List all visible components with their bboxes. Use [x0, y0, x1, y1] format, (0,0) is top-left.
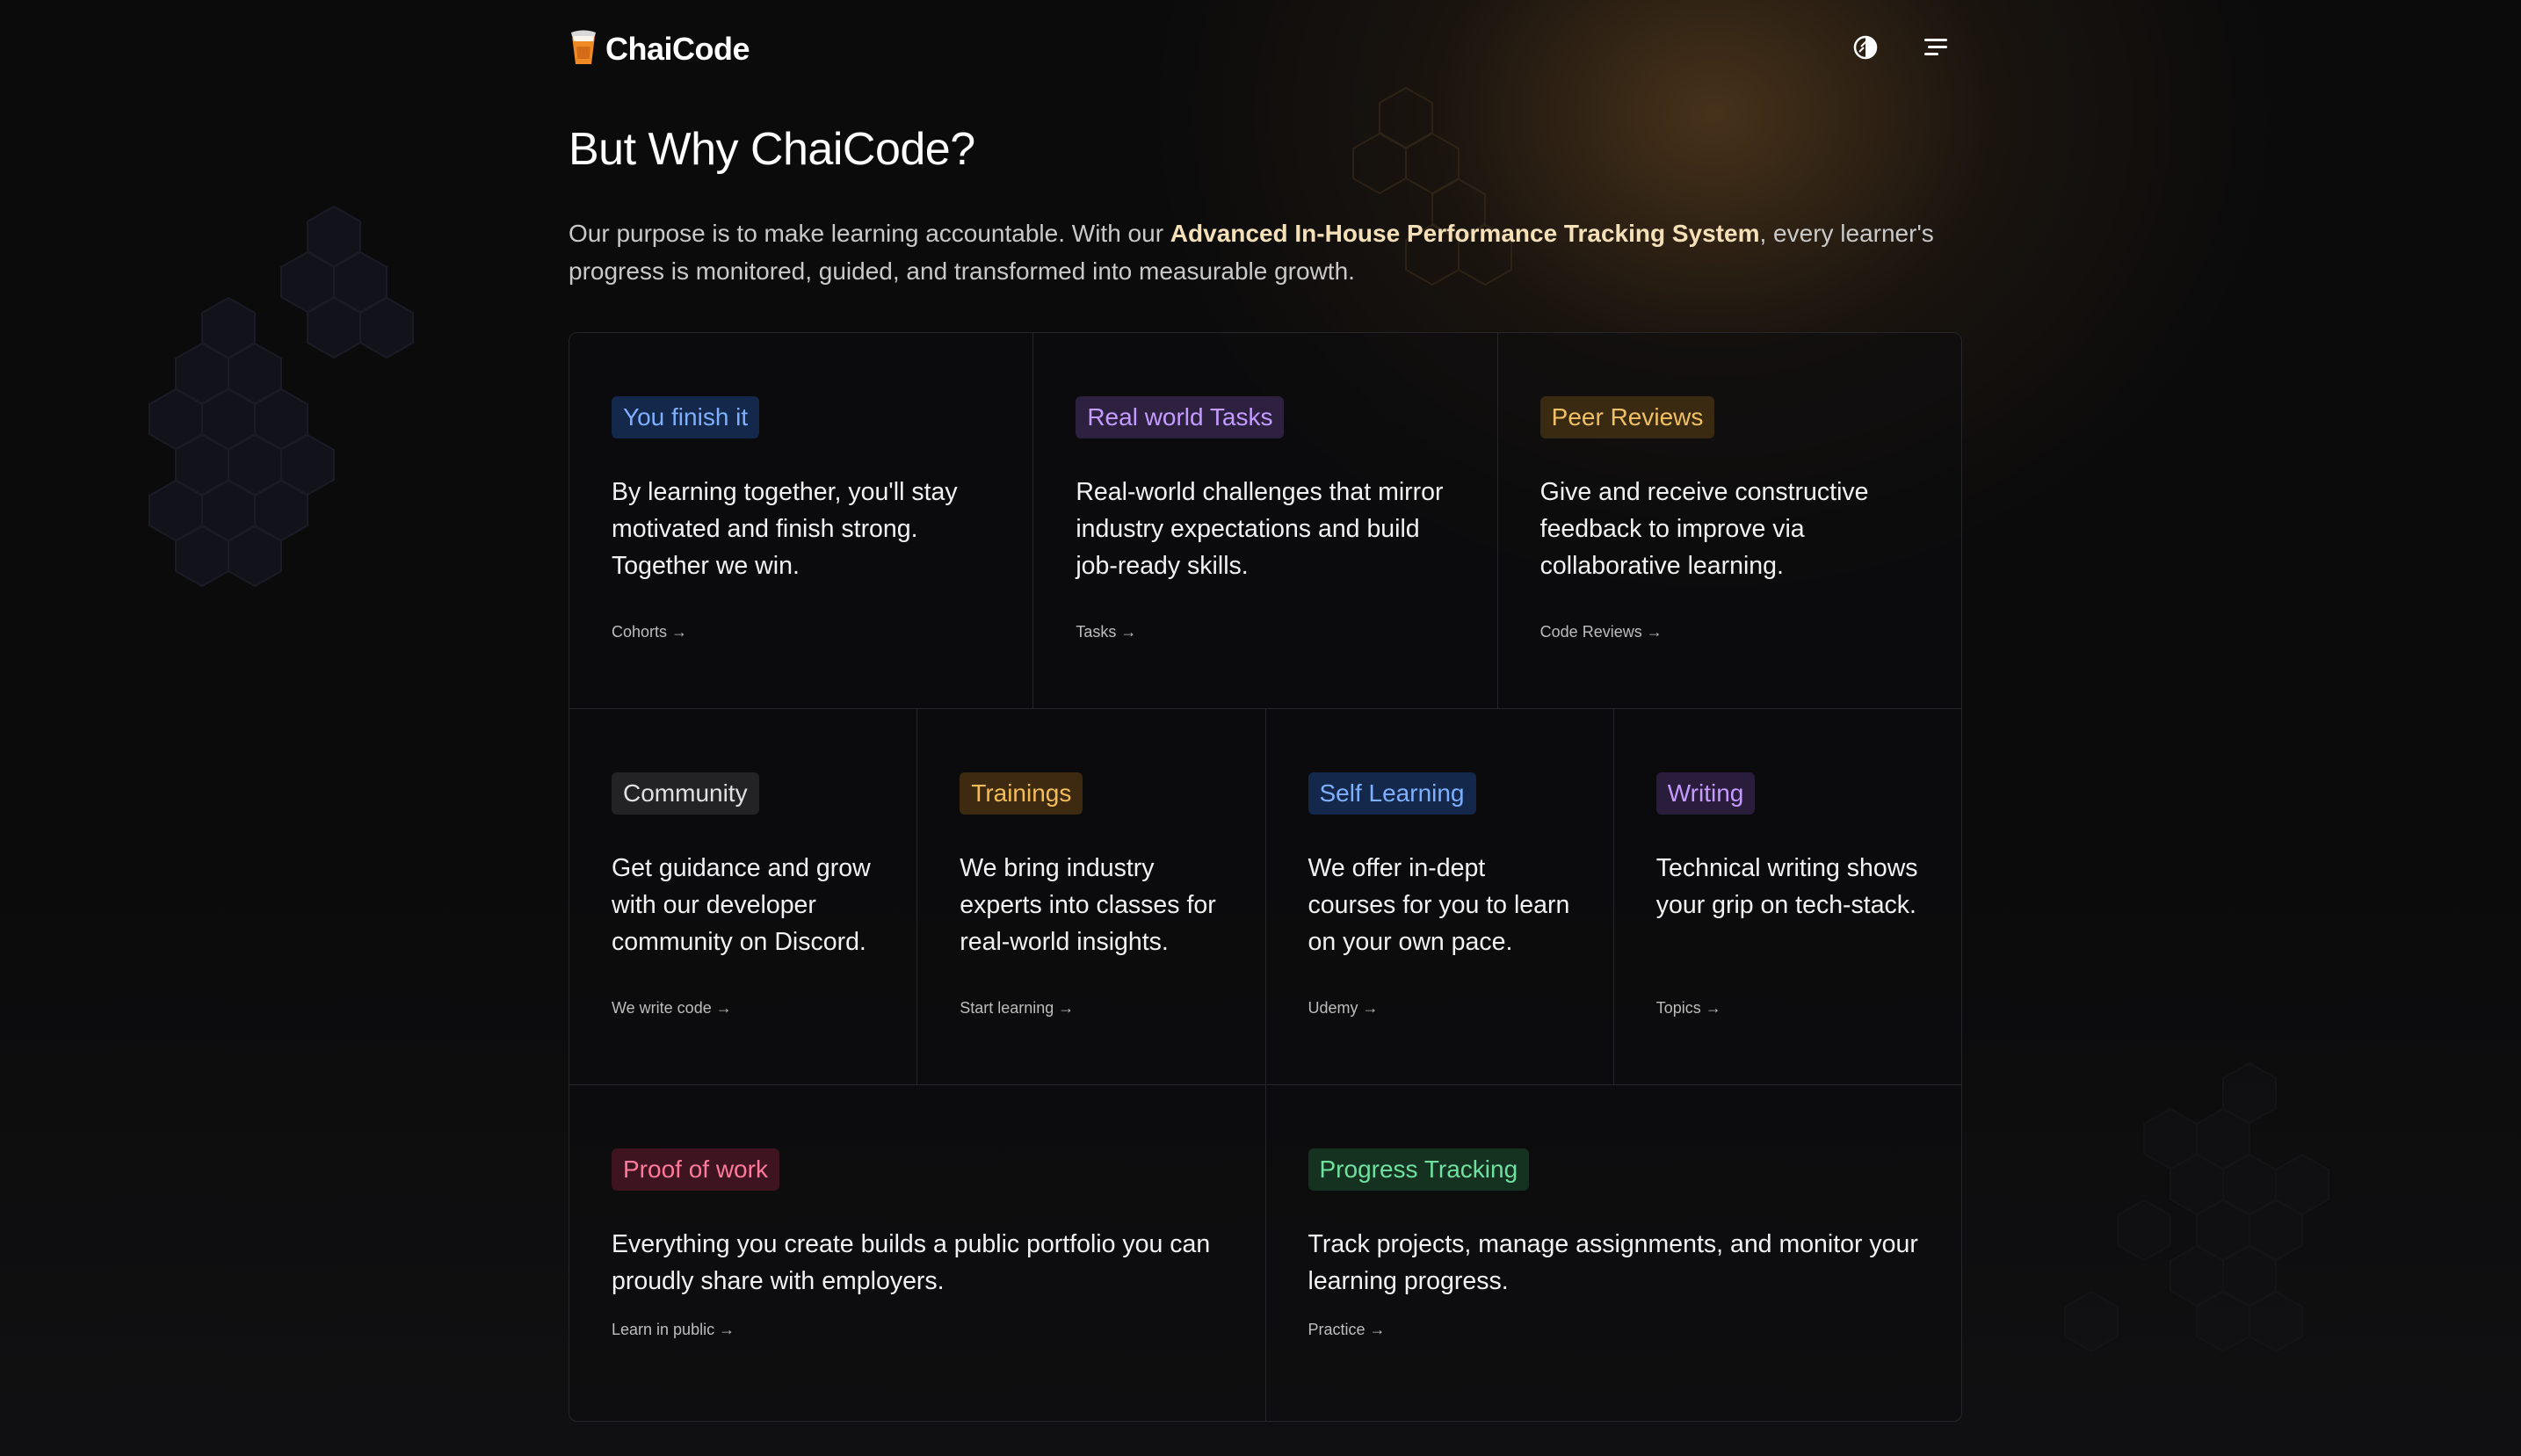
link-code-reviews[interactable]: Code Reviews → — [1540, 623, 1663, 641]
section-title: But Why ChaiCode? — [569, 124, 975, 175]
feature-badge: Self Learning — [1308, 772, 1476, 815]
features-grid: You finish it By learning together, you'… — [569, 332, 1962, 1422]
features-row-3: Proof of work Everything you create buil… — [569, 1085, 1961, 1421]
feature-badge: Trainings — [960, 772, 1083, 815]
feature-card-self-learning: Self Learning We offer in-dept courses f… — [1266, 709, 1614, 1084]
logo-text: ChaiCode — [605, 31, 750, 67]
feature-description: Technical writing shows your grip on tec… — [1655, 854, 1918, 919]
section-intro: Our purpose is to make learning accounta… — [569, 214, 1939, 290]
feature-card-peer-reviews: Peer Reviews Give and receive constructi… — [1498, 333, 1961, 708]
feature-description: We offer in-dept courses for you to lear… — [1308, 854, 1570, 956]
feature-card-you-finish-it: You finish it By learning together, you'… — [569, 333, 1034, 708]
logo[interactable]: ChaiCode — [569, 29, 750, 70]
hexagon-pattern-left-svg — [149, 205, 414, 588]
hexagon-pattern-top-svg — [1352, 86, 1512, 286]
feature-card-trainings: Trainings We bring industry experts into… — [917, 709, 1266, 1084]
features-row-2: Community Get guidance and grow with our… — [569, 709, 1961, 1085]
chai-cup-icon — [569, 29, 598, 70]
link-we-write-code[interactable]: We write code → — [612, 999, 732, 1018]
feature-description: Give and receive constructive feedback t… — [1539, 478, 1869, 580]
feature-badge: Peer Reviews — [1539, 396, 1715, 438]
link-practice[interactable]: Practice → — [1308, 1321, 1386, 1339]
theme-toggle-button[interactable] — [1850, 33, 1881, 65]
link-cohorts[interactable]: Cohorts → — [612, 623, 687, 641]
feature-card-real-world-tasks: Real world Tasks Real-world challenges t… — [1033, 333, 1498, 708]
feature-badge: Proof of work — [612, 1148, 779, 1191]
feature-description: Get guidance and grow with our developer… — [612, 854, 871, 956]
link-topics[interactable]: Topics → — [1656, 999, 1721, 1018]
link-learn-in-public[interactable]: Learn in public → — [612, 1321, 735, 1339]
feature-badge: Progress Tracking — [1308, 1148, 1530, 1191]
feature-description: Track projects, manage assignments, and … — [1308, 1230, 1918, 1295]
feature-card-community: Community Get guidance and grow with our… — [569, 709, 918, 1084]
feature-card-writing: Writing Technical writing shows your gri… — [1614, 709, 1961, 1084]
hexagon-pattern-left — [97, 193, 466, 633]
link-udemy[interactable]: Udemy → — [1308, 999, 1379, 1018]
intro-text-start: Our purpose is to make learning accounta… — [569, 220, 1170, 247]
feature-badge: Real world Tasks — [1076, 396, 1285, 438]
intro-highlight: Advanced In-House Performance Tracking S… — [1170, 220, 1760, 247]
menu-button[interactable] — [1920, 33, 1952, 65]
feature-badge: Community — [612, 772, 759, 815]
hexagon-pattern-right — [1986, 1037, 2390, 1441]
feature-description: We bring industry experts into classes f… — [960, 854, 1216, 956]
features-row-1: You finish it By learning together, you'… — [569, 333, 1961, 709]
feature-card-progress-tracking: Progress Tracking Track projects, manage… — [1266, 1085, 1962, 1421]
hexagon-pattern-top — [1318, 79, 1582, 343]
contrast-icon — [1851, 33, 1880, 66]
link-tasks[interactable]: Tasks → — [1076, 623, 1136, 641]
hexagon-pattern-right-svg — [2064, 1061, 2329, 1353]
hamburger-menu-icon — [1922, 35, 1950, 64]
feature-description: By learning together, you'll stay motiva… — [612, 478, 958, 580]
feature-badge: Writing — [1655, 772, 1756, 815]
feature-description: Everything you create builds a public po… — [612, 1230, 1211, 1295]
feature-description: Real-world challenges that mirror indust… — [1076, 478, 1444, 580]
link-start-learning[interactable]: Start learning → — [960, 999, 1074, 1018]
header-actions — [1850, 33, 1952, 65]
feature-card-proof-of-work: Proof of work Everything you create buil… — [569, 1085, 1266, 1421]
feature-badge: You finish it — [612, 396, 760, 438]
top-header: ChaiCode — [569, 26, 1957, 72]
